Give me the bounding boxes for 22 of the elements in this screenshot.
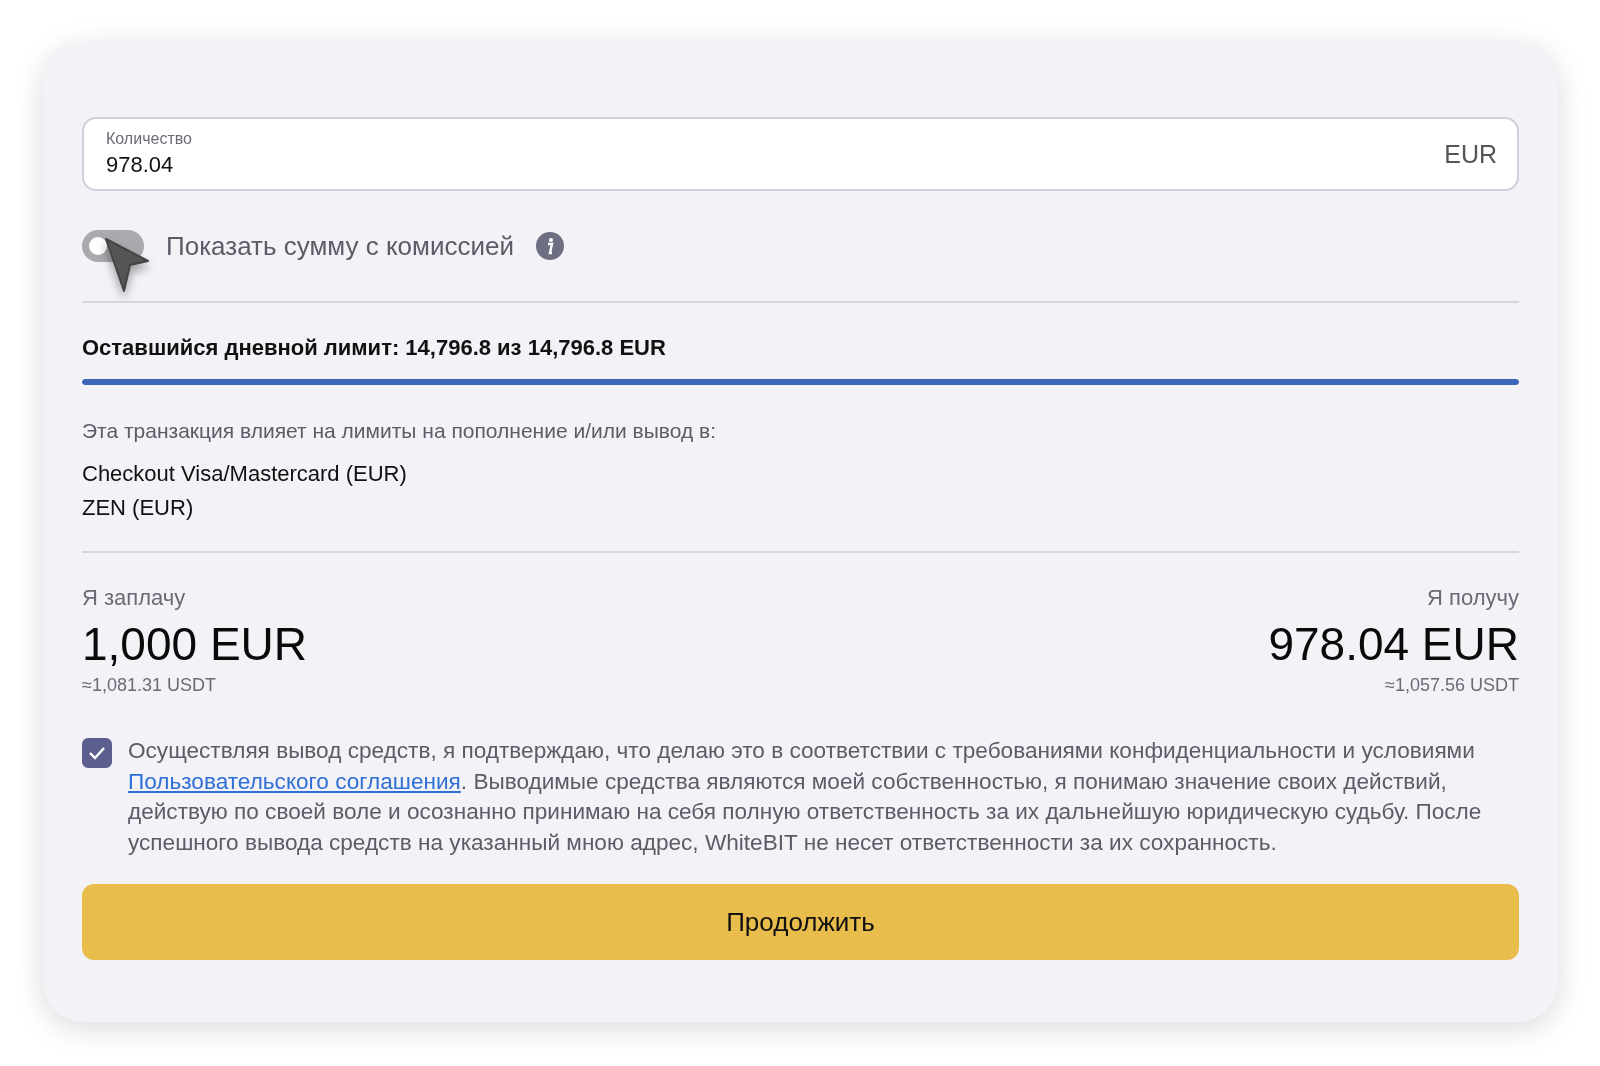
limits-note: Эта транзакция влияет на лимиты на пополнение и/или вывод в:: [82, 419, 717, 443]
currency-label: EUR: [1444, 139, 1497, 169]
continue-button[interactable]: Продолжить: [82, 884, 1519, 961]
receive-amount: 978.04 EUR: [1268, 617, 1519, 671]
field-label: Количество: [106, 130, 192, 148]
receive-label: Я получу: [1427, 585, 1519, 611]
payment-method: ZEN (EUR): [82, 495, 195, 521]
consent-text: Осуществляя вывод средств, я подтверждаю, что делаю это в соответствии с требованиями конфиденциальности и условиями Пользовательского соглашения. Выводимые средства являются моей собственностью, я понимаю значение своих действий, действую по своей воле и осознанно принимаю на себя полную ответственность за их дальнейшую юридическую судьбу. После успешного вывода средств на указанный мною адрес, WhiteBIT не несет ответственности за их сохранность.: [128, 737, 1483, 857]
receive-approx: ≈1,057.56 USDT: [1385, 675, 1519, 696]
cursor-arrow-icon: [104, 237, 150, 293]
user-agreement-link[interactable]: Пользовательского соглашения: [128, 768, 461, 794]
pay-label: Я заплачу: [82, 585, 186, 611]
payment-method: Checkout Visa/Mastercard (EUR): [82, 461, 408, 487]
info-icon[interactable]: [536, 232, 564, 260]
checkmark-icon: [88, 746, 106, 760]
pay-approx: ≈1,081.31 USDT: [82, 675, 216, 696]
amount-input[interactable]: 978.04: [106, 152, 406, 178]
daily-limit-text: Оставшийся дневной лимит: 14,796.8 из 14,796.8 EUR: [82, 335, 667, 361]
consent-checkbox[interactable]: [82, 738, 112, 768]
pay-amount: 1,000 EUR: [82, 617, 307, 671]
toggle-label: Показать сумму с комиссией: [166, 230, 514, 262]
amount-field[interactable]: Количество 978.04 EUR: [82, 117, 1519, 191]
